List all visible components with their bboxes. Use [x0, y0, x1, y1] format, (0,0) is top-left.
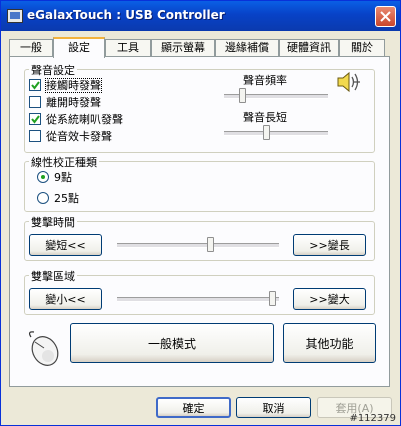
- checkbox-box: [29, 130, 41, 142]
- close-icon: [380, 11, 391, 22]
- sound-frequency-slider[interactable]: [224, 86, 328, 106]
- checkbox-label: 從系統喇叭發聲: [46, 113, 123, 126]
- sound-settings-label: 聲音設定: [29, 62, 77, 78]
- tab-tools[interactable]: 工具: [105, 39, 151, 56]
- larger-button[interactable]: >>變大: [293, 288, 366, 310]
- checkbox-label: 從音效卡發聲: [46, 130, 112, 143]
- radio-circle: [37, 171, 49, 183]
- double-click-time-slider[interactable]: [117, 235, 279, 255]
- radio-label: 25點: [54, 192, 79, 205]
- radio-label: 9點: [54, 171, 72, 184]
- double-click-area-label: 雙擊區域: [29, 268, 77, 284]
- mouse-icon: [28, 331, 59, 366]
- watermark-text: #112379: [349, 413, 396, 424]
- speaker-icon: [337, 71, 360, 93]
- tab-general[interactable]: 一般: [9, 39, 53, 56]
- radio-9-points[interactable]: 9點: [37, 171, 117, 185]
- sound-card-checkbox[interactable]: 從音效卡發聲: [29, 130, 159, 144]
- check-mark-icon: [31, 81, 40, 90]
- release-sound-checkbox[interactable]: 離開時發聲: [29, 96, 159, 110]
- normal-mode-button[interactable]: 一般模式: [70, 323, 274, 363]
- slider-track: [224, 131, 328, 136]
- double-click-time-label: 雙擊時間: [29, 214, 77, 230]
- other-functions-button[interactable]: 其他功能: [283, 323, 376, 363]
- radio-circle: [37, 192, 49, 204]
- dialog-window: eGalaxTouch : USB Controller 一般 設定 工具 顯示…: [0, 0, 401, 426]
- tab-settings[interactable]: 設定: [53, 37, 105, 58]
- app-icon: [7, 9, 23, 23]
- check-mark-icon: [31, 115, 40, 124]
- longer-button[interactable]: >>變長: [293, 234, 366, 256]
- tab-display[interactable]: 顯示螢幕: [151, 39, 215, 56]
- settings-panel: 聲音設定 接觸時發聲 離開時發聲 從系統喇叭發聲 從音效卡發聲 聲音頻率 聲音長…: [9, 56, 390, 387]
- slider-track: [117, 243, 279, 248]
- window-title: eGalaxTouch : USB Controller: [27, 8, 225, 22]
- checkbox-box: [29, 79, 41, 91]
- slider-thumb[interactable]: [269, 291, 276, 306]
- ok-button[interactable]: 確定: [156, 397, 231, 418]
- cancel-button[interactable]: 取消: [236, 397, 311, 418]
- tab-hardware-info[interactable]: 硬體資訊: [279, 39, 339, 56]
- tab-edge-compensation[interactable]: 邊緣補償: [215, 39, 279, 56]
- touch-sound-checkbox[interactable]: 接觸時發聲: [29, 78, 159, 93]
- slider-thumb[interactable]: [263, 125, 270, 140]
- checkbox-label: 接觸時發聲: [45, 78, 102, 93]
- radio-25-points[interactable]: 25點: [37, 192, 117, 206]
- slider-thumb[interactable]: [207, 237, 214, 252]
- tab-about[interactable]: 關於: [339, 39, 385, 56]
- slider-track: [117, 297, 279, 302]
- smaller-button[interactable]: 變小<<: [29, 288, 102, 310]
- sound-duration-slider[interactable]: [224, 123, 328, 143]
- title-bar[interactable]: eGalaxTouch : USB Controller: [1, 1, 400, 31]
- sound-settings-group: 聲音設定 接觸時發聲 離開時發聲 從系統喇叭發聲 從音效卡發聲 聲音頻率 聲音長…: [24, 62, 375, 153]
- linearization-label: 線性校正種類: [29, 154, 99, 170]
- linearization-group: 線性校正種類 9點 25點: [24, 154, 375, 212]
- shorter-button[interactable]: 變短<<: [29, 234, 102, 256]
- checkbox-label: 離開時發聲: [46, 96, 101, 109]
- close-button[interactable]: [375, 6, 396, 27]
- checkbox-box: [29, 113, 41, 125]
- tab-strip: 一般 設定 工具 顯示螢幕 邊緣補償 硬體資訊 關於: [9, 37, 389, 58]
- radio-dot: [41, 175, 45, 179]
- slider-thumb[interactable]: [239, 88, 246, 103]
- double-click-area-slider[interactable]: [117, 289, 279, 309]
- checkbox-box: [29, 96, 41, 108]
- double-click-time-group: 雙擊時間 變短<< >>變長: [24, 214, 375, 261]
- system-speaker-checkbox[interactable]: 從系統喇叭發聲: [29, 113, 169, 127]
- double-click-area-group: 雙擊區域 變小<< >>變大: [24, 268, 375, 315]
